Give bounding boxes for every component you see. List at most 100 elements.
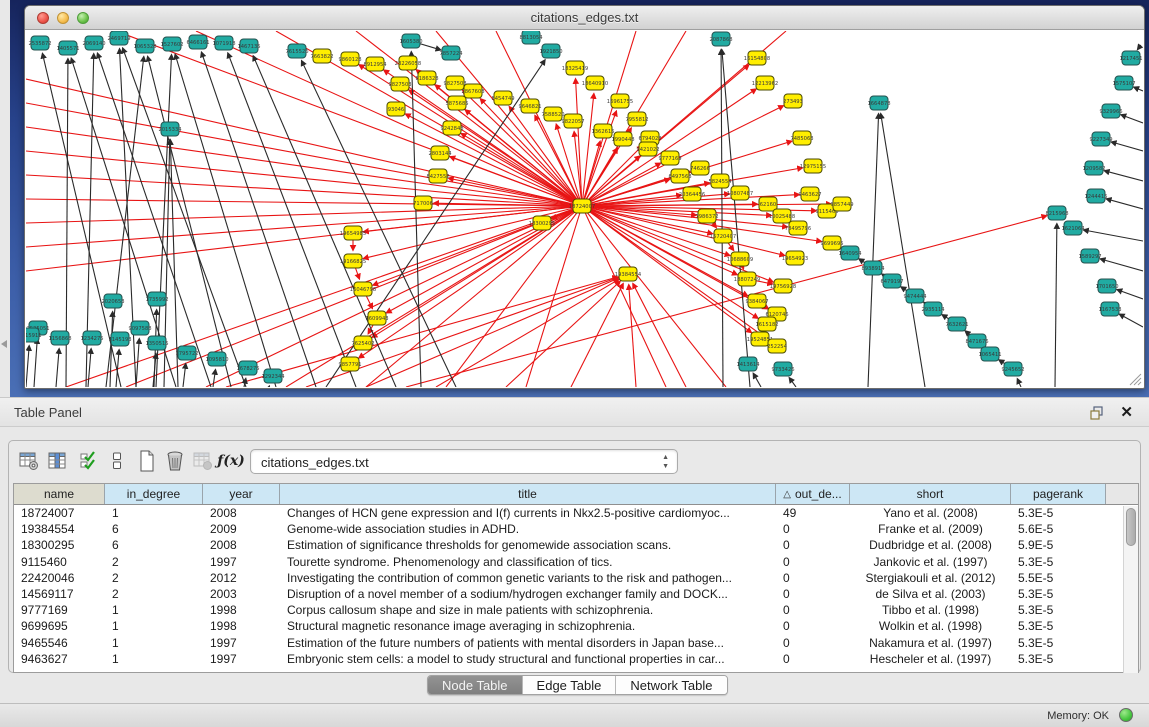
graph-node[interactable]: 9777169 [658,151,681,165]
graph-node[interactable]: 8813054 [519,31,543,44]
column-header-year[interactable]: year [203,484,280,504]
graph-node[interactable]: 273493 [783,94,803,108]
graph-node[interactable]: 5824554 [708,174,732,188]
table-cell[interactable]: 5.3E-5 [1011,602,1106,618]
column-header-out-degree[interactable]: △out_de... [776,484,850,504]
graph-node[interactable]: 717006 [413,196,433,210]
table-cell[interactable]: 1 [105,505,203,521]
graph-node[interactable]: 1234275 [80,331,103,345]
citation-edge-red[interactable] [406,114,582,206]
graph-node[interactable]: 1167533 [1098,302,1121,316]
citation-edge-black[interactable] [753,374,761,387]
table-cell[interactable]: Wolkin et al. (1998) [850,618,1011,634]
graph-node[interactable]: 10025488 [769,209,795,223]
tab-node-table[interactable]: Node Table [428,676,523,694]
graph-node[interactable]: 1350515 [145,336,168,350]
citation-edge-black[interactable] [1120,314,1143,327]
graph-node[interactable]: 2020653 [101,294,124,308]
column-header-name[interactable]: name [14,484,105,504]
citation-edge-black[interactable] [722,50,750,387]
graph-node[interactable]: 20364456 [679,187,705,201]
table-cell[interactable]: 0 [776,537,850,553]
citation-edge-red[interactable] [436,280,619,387]
citation-edge-black[interactable] [1084,230,1143,241]
table-cell[interactable]: Tibbo et al. (1998) [850,602,1011,618]
graph-node[interactable]: 7663822 [310,49,333,63]
graph-node[interactable]: 9857449 [830,197,853,211]
graph-node[interactable]: 8186328 [415,71,438,85]
citation-edge-black[interactable] [1107,199,1143,209]
citation-edge-black[interactable] [213,370,215,387]
table-cell[interactable]: 2008 [203,537,280,553]
graph-node[interactable]: 23226058 [395,56,421,70]
citation-edge-black[interactable] [228,53,356,387]
graph-node[interactable]: 19166825 [340,254,366,268]
graph-node[interactable]: 8938914 [861,261,885,275]
network-window[interactable]: citations_edges.txt 253587 [24,5,1145,389]
graph-node[interactable]: 7986372 [695,209,718,223]
new-column-icon[interactable] [135,448,159,474]
citation-edge-black[interactable] [1134,87,1143,91]
citation-edge-black[interactable] [175,55,276,387]
graph-node[interactable]: 1615182 [755,317,778,331]
graph-node[interactable]: 9646821 [518,99,541,113]
table-cell[interactable]: 22420046 [14,570,105,586]
graph-node[interactable]: 1095810 [205,352,228,366]
citation-edge-black[interactable] [1112,142,1143,151]
graph-node[interactable]: 18325419 [562,61,588,75]
citation-edge-red[interactable] [366,278,618,387]
graph-node[interactable]: 16961755 [607,94,633,108]
citation-edge-red[interactable] [26,206,582,271]
citation-edge-red[interactable] [26,206,582,223]
citation-edge-red[interactable] [206,206,582,387]
table-cell[interactable]: Estimation of the future numbers of pati… [280,635,776,651]
splitter-collapse-icon[interactable] [1,340,7,348]
table-cell[interactable]: 0 [776,635,850,651]
graph-node[interactable]: 9860128 [338,52,361,66]
citation-edge-red[interactable] [286,206,582,387]
graph-node[interactable]: 1575107 [1112,76,1135,90]
table-cell[interactable]: 5.5E-5 [1011,570,1106,586]
table-cell[interactable]: 2 [105,586,203,602]
graph-node[interactable]: 1795722 [175,346,198,360]
graph-node[interactable]: 16046798 [350,282,376,296]
graph-node[interactable]: 18807249 [734,272,760,286]
table-cell[interactable]: 5.3E-5 [1011,635,1106,651]
graph-node[interactable]: 1735992 [145,292,168,306]
graph-node[interactable]: 6497568 [668,169,691,183]
table-cell[interactable]: Franke et al. (2009) [850,521,1011,537]
citation-edge-black[interactable] [136,339,139,387]
graph-node[interactable]: 9474444 [903,289,927,303]
graph-node[interactable]: 18640910 [582,76,608,90]
graph-node[interactable]: 19654985 [340,226,366,240]
graph-node[interactable]: 19654923 [782,251,808,265]
table-settings-icon[interactable] [17,448,41,474]
graph-node[interactable]: 10688609 [727,252,753,266]
graph-node[interactable]: 1145193 [108,332,131,346]
window-titlebar[interactable]: citations_edges.txt [25,6,1144,30]
table-cell[interactable]: 1 [105,635,203,651]
citation-edge-red[interactable] [26,199,582,206]
graph-node[interactable]: 9227349 [1089,132,1112,146]
table-cell[interactable]: 2003 [203,586,280,602]
graph-node[interactable]: 7615526 [285,44,308,58]
delete-table-icon[interactable] [191,448,215,474]
table-cell[interactable]: 0 [776,521,850,537]
graph-node[interactable]: 3915911 [26,328,42,342]
table-cell[interactable]: 1997 [203,651,280,667]
graph-node[interactable]: 18300295 [529,216,555,230]
table-cell[interactable]: 14569117 [14,586,105,602]
table-cell[interactable]: Embryonic stem cells: a model to study s… [280,651,776,667]
citation-edge-black[interactable] [26,346,29,387]
column-header-in-degree[interactable]: in_degree [105,484,203,504]
table-cell[interactable]: Estimation of significance thresholds fo… [280,537,776,553]
citation-edge-black[interactable] [56,349,59,387]
graph-node[interactable]: 9421022 [636,142,659,156]
table-cell[interactable]: 9463627 [14,651,105,667]
table-cell[interactable]: 0 [776,586,850,602]
graph-node[interactable]: 1990448 [611,132,634,146]
graph-node[interactable]: 9699695 [820,236,843,250]
graph-node[interactable]: 1071918 [212,36,235,50]
table-cell[interactable]: Changes of HCN gene expression and I(f) … [280,505,776,521]
table-scrollbar-thumb[interactable] [1126,508,1136,546]
